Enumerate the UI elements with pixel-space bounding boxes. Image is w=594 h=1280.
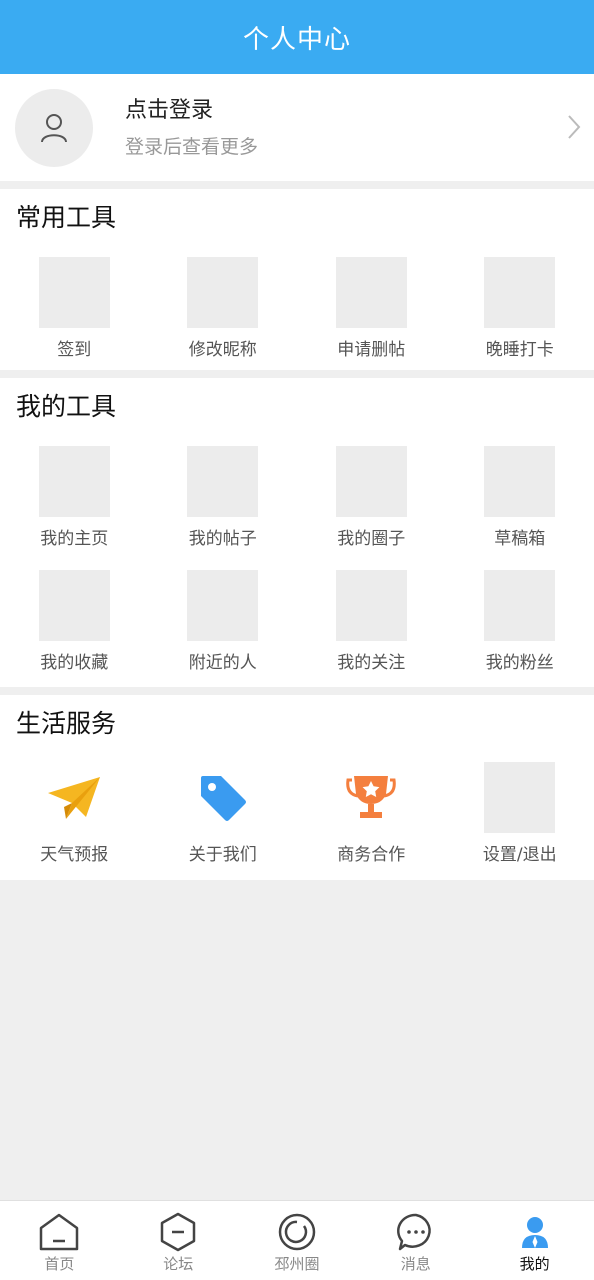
login-card[interactable]: 点击登录 登录后查看更多 [0, 74, 594, 181]
message-icon [395, 1211, 437, 1253]
tool-icon-placeholder [38, 570, 110, 641]
life-services-section: 生活服务 天气预报 关于我们 商务合作 设置/退出 [0, 695, 594, 880]
tab-label: 论坛 [163, 1255, 194, 1273]
user-outline-icon [41, 113, 67, 142]
tool-my-posts[interactable]: 我的帖子 [149, 435, 298, 559]
section-title: 我的工具 [16, 392, 117, 421]
paper-plane-icon [39, 762, 110, 833]
section-title: 常用工具 [16, 203, 117, 232]
tool-label: 晚睡打卡 [485, 340, 554, 360]
service-weather[interactable]: 天气预报 [0, 752, 149, 872]
tool-label: 申请删帖 [337, 340, 406, 360]
tab-label: 首页 [44, 1255, 75, 1273]
tool-label: 草稿箱 [494, 529, 546, 549]
tab-messages[interactable]: 消息 [356, 1201, 475, 1280]
tab-label: 邳州圈 [274, 1255, 320, 1273]
tab-label: 我的 [519, 1255, 550, 1273]
tool-icon-placeholder [484, 570, 556, 641]
tool-label: 我的主页 [40, 529, 109, 549]
tool-nearby-people[interactable]: 附近的人 [149, 559, 298, 683]
tab-home[interactable]: 首页 [0, 1201, 119, 1280]
tool-label: 我的帖子 [188, 529, 257, 549]
avatar[interactable] [15, 88, 93, 167]
service-settings-logout[interactable]: 设置/退出 [446, 752, 594, 872]
tool-label: 我的圈子 [337, 529, 406, 549]
my-tools-section: 我的工具 我的主页 我的帖子 我的圈子 草稿箱 我的收藏 附近的人 我的关注 我… [0, 378, 594, 687]
tool-icon-placeholder [484, 446, 556, 517]
tool-my-fans[interactable]: 我的粉丝 [446, 559, 594, 683]
tool-edit-nickname[interactable]: 修改昵称 [149, 246, 298, 370]
service-label: 设置/退出 [482, 845, 557, 865]
service-about-us[interactable]: 关于我们 [149, 752, 298, 872]
service-label: 商务合作 [337, 845, 406, 865]
tool-icon-placeholder [335, 446, 407, 517]
tool-label: 我的关注 [337, 653, 406, 673]
tool-icon-placeholder [335, 570, 407, 641]
tool-my-following[interactable]: 我的关注 [297, 559, 446, 683]
trophy-icon [336, 762, 407, 833]
circle-icon [276, 1211, 318, 1253]
tool-late-sleep-checkin[interactable]: 晚睡打卡 [446, 246, 594, 370]
tool-my-circles[interactable]: 我的圈子 [297, 435, 446, 559]
common-tools-section: 常用工具 签到 修改昵称 申请删帖 晚睡打卡 [0, 189, 594, 370]
tool-label: 我的收藏 [40, 653, 109, 673]
tool-label: 我的粉丝 [485, 653, 554, 673]
login-subtitle: 登录后查看更多 [125, 135, 259, 158]
tool-icon-placeholder [38, 446, 110, 517]
tool-my-favorites[interactable]: 我的收藏 [0, 559, 149, 683]
tab-pizhou-circle[interactable]: 邳州圈 [238, 1201, 357, 1280]
page-title: 个人中心 [242, 24, 351, 55]
top-bar: 个人中心 [0, 0, 594, 74]
settings-icon-placeholder [484, 762, 556, 833]
tool-icon-placeholder [187, 570, 259, 641]
tab-forum[interactable]: 论坛 [119, 1201, 238, 1280]
login-text: 点击登录 登录后查看更多 [125, 96, 258, 160]
home-icon [38, 1211, 80, 1253]
tool-delete-request[interactable]: 申请删帖 [297, 246, 446, 370]
tab-mine[interactable]: 我的 [475, 1201, 594, 1280]
bottom-tab-bar: 首页 论坛 邳州圈 消息 我的 [0, 1200, 594, 1280]
tool-icon-placeholder [484, 257, 556, 328]
tab-label: 消息 [400, 1255, 431, 1273]
tool-label: 附近的人 [188, 653, 257, 673]
tool-icon-placeholder [187, 257, 259, 328]
service-label: 天气预报 [40, 845, 109, 865]
section-title: 生活服务 [16, 709, 117, 738]
tool-my-homepage[interactable]: 我的主页 [0, 435, 149, 559]
tool-label: 签到 [57, 340, 92, 360]
login-title[interactable]: 点击登录 [125, 96, 258, 126]
tool-drafts[interactable]: 草稿箱 [446, 435, 594, 559]
service-business[interactable]: 商务合作 [297, 752, 446, 872]
tool-icon-placeholder [38, 257, 110, 328]
chevron-right-icon[interactable] [567, 114, 581, 140]
tag-icon [187, 762, 258, 833]
tool-icon-placeholder [187, 446, 259, 517]
tool-checkin[interactable]: 签到 [0, 246, 149, 370]
user-icon [514, 1211, 556, 1253]
forum-icon [157, 1211, 199, 1253]
service-label: 关于我们 [188, 845, 257, 865]
tool-icon-placeholder [335, 257, 407, 328]
tool-label: 修改昵称 [188, 340, 257, 360]
